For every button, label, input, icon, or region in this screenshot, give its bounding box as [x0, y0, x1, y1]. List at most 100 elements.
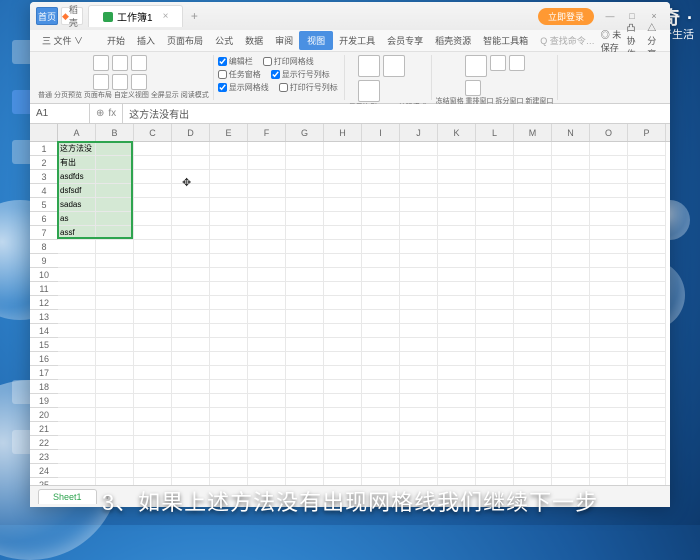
cell-G14[interactable] — [286, 324, 324, 338]
cell-A11[interactable] — [58, 282, 96, 296]
cell-H8[interactable] — [324, 240, 362, 254]
cell-L23[interactable] — [476, 450, 514, 464]
cell-A10[interactable] — [58, 268, 96, 282]
cell-J15[interactable] — [400, 338, 438, 352]
row-header-15[interactable]: 15 — [30, 338, 58, 352]
cell-L5[interactable] — [476, 198, 514, 212]
cell-O18[interactable] — [590, 380, 628, 394]
cell-J21[interactable] — [400, 422, 438, 436]
cell-B23[interactable] — [96, 450, 134, 464]
cell-F1[interactable] — [248, 142, 286, 156]
row-header-18[interactable]: 18 — [30, 380, 58, 394]
row-header-14[interactable]: 14 — [30, 324, 58, 338]
cell-K2[interactable] — [438, 156, 476, 170]
cell-J8[interactable] — [400, 240, 438, 254]
cell-L4[interactable] — [476, 184, 514, 198]
cell-M23[interactable] — [514, 450, 552, 464]
newwin-icon[interactable] — [465, 80, 481, 96]
cell-O1[interactable] — [590, 142, 628, 156]
cell-H12[interactable] — [324, 296, 362, 310]
cell-G20[interactable] — [286, 408, 324, 422]
cell-D22[interactable] — [172, 436, 210, 450]
cell-P20[interactable] — [628, 408, 666, 422]
cell-A16[interactable] — [58, 352, 96, 366]
col-header-C[interactable]: C — [134, 124, 172, 141]
menu-vip[interactable]: 会员专享 — [381, 34, 429, 47]
cell-J16[interactable] — [400, 352, 438, 366]
cell-E12[interactable] — [210, 296, 248, 310]
menu-formula[interactable]: 公式 — [209, 34, 239, 47]
row-header-21[interactable]: 21 — [30, 422, 58, 436]
cell-B4[interactable] — [96, 184, 134, 198]
cell-N5[interactable] — [552, 198, 590, 212]
eyecare-icon[interactable] — [358, 80, 380, 102]
custom-view-icon[interactable] — [93, 74, 109, 90]
ribbon-check-2[interactable]: 显示网格线 — [218, 82, 269, 93]
cell-A22[interactable] — [58, 436, 96, 450]
cell-C25[interactable] — [134, 478, 172, 485]
row-header-2[interactable]: 2 — [30, 156, 58, 170]
cell-K23[interactable] — [438, 450, 476, 464]
cell-B18[interactable] — [96, 380, 134, 394]
cell-K8[interactable] — [438, 240, 476, 254]
cell-O25[interactable] — [590, 478, 628, 485]
row-header-1[interactable]: 1 — [30, 142, 58, 156]
row-header-23[interactable]: 23 — [30, 450, 58, 464]
cell-O19[interactable] — [590, 394, 628, 408]
cell-F21[interactable] — [248, 422, 286, 436]
cell-K18[interactable] — [438, 380, 476, 394]
cell-G23[interactable] — [286, 450, 324, 464]
cell-I23[interactable] — [362, 450, 400, 464]
cell-M21[interactable] — [514, 422, 552, 436]
cell-B19[interactable] — [96, 394, 134, 408]
cell-C18[interactable] — [134, 380, 172, 394]
cell-E17[interactable] — [210, 366, 248, 380]
cell-C21[interactable] — [134, 422, 172, 436]
cell-J5[interactable] — [400, 198, 438, 212]
cell-K4[interactable] — [438, 184, 476, 198]
cell-F7[interactable] — [248, 226, 286, 240]
cell-D12[interactable] — [172, 296, 210, 310]
cell-O7[interactable] — [590, 226, 628, 240]
cell-P16[interactable] — [628, 352, 666, 366]
cell-F4[interactable] — [248, 184, 286, 198]
cell-L18[interactable] — [476, 380, 514, 394]
cell-L11[interactable] — [476, 282, 514, 296]
cell-H4[interactable] — [324, 184, 362, 198]
cell-H3[interactable] — [324, 170, 362, 184]
ribbon-check-1[interactable]: 任务窗格 — [218, 69, 261, 80]
cell-F16[interactable] — [248, 352, 286, 366]
cell-A13[interactable] — [58, 310, 96, 324]
cell-O22[interactable] — [590, 436, 628, 450]
cell-P24[interactable] — [628, 464, 666, 478]
home-button[interactable]: 首页 — [36, 7, 58, 25]
cell-J9[interactable] — [400, 254, 438, 268]
cell-L3[interactable] — [476, 170, 514, 184]
cell-F11[interactable] — [248, 282, 286, 296]
cell-G25[interactable] — [286, 478, 324, 485]
cell-G7[interactable] — [286, 226, 324, 240]
ribbon-check-3[interactable]: 打印网格线 — [263, 56, 314, 67]
cell-A7[interactable]: assf — [58, 226, 96, 240]
cell-D11[interactable] — [172, 282, 210, 296]
cell-O8[interactable] — [590, 240, 628, 254]
cell-G1[interactable] — [286, 142, 324, 156]
cell-K19[interactable] — [438, 394, 476, 408]
cell-J2[interactable] — [400, 156, 438, 170]
menu-dev[interactable]: 开发工具 — [333, 34, 381, 47]
cell-B25[interactable] — [96, 478, 134, 485]
cell-H22[interactable] — [324, 436, 362, 450]
cell-N11[interactable] — [552, 282, 590, 296]
cell-D14[interactable] — [172, 324, 210, 338]
cell-D7[interactable] — [172, 226, 210, 240]
cell-J6[interactable] — [400, 212, 438, 226]
name-box[interactable]: A1 — [30, 104, 90, 123]
row-header-5[interactable]: 5 — [30, 198, 58, 212]
cell-B5[interactable] — [96, 198, 134, 212]
cell-N22[interactable] — [552, 436, 590, 450]
cell-G24[interactable] — [286, 464, 324, 478]
cell-H18[interactable] — [324, 380, 362, 394]
cell-H2[interactable] — [324, 156, 362, 170]
cell-F2[interactable] — [248, 156, 286, 170]
cell-C16[interactable] — [134, 352, 172, 366]
